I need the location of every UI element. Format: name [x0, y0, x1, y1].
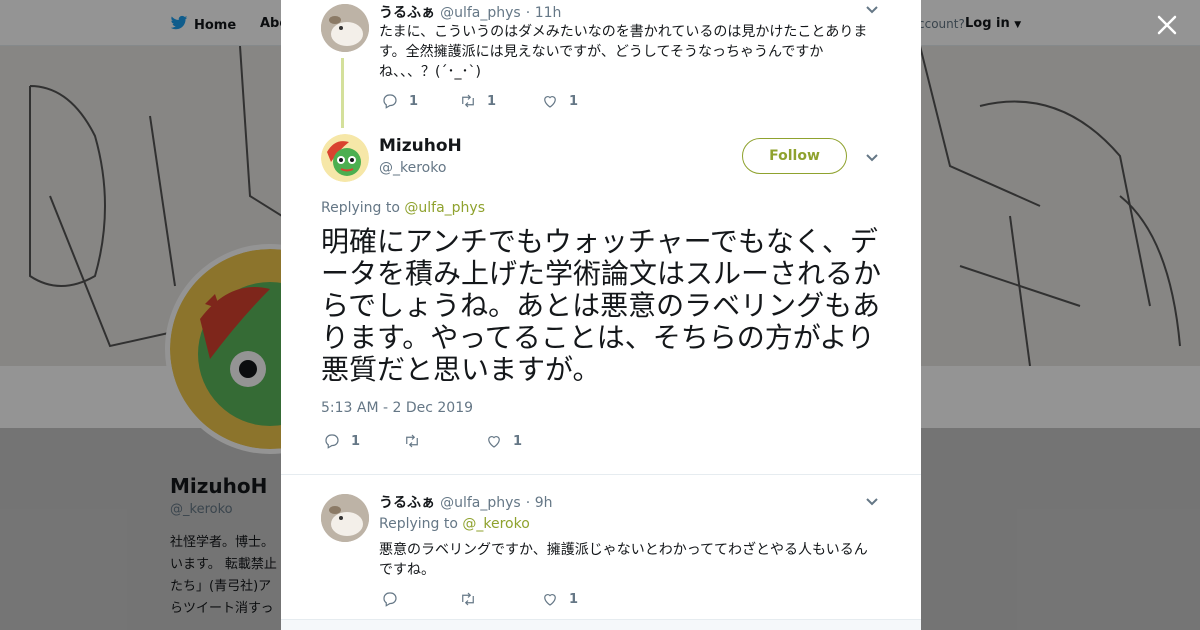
parent-tweet-actions: 1 1 1	[381, 92, 578, 110]
reply-tweet-actions: 1	[381, 590, 578, 608]
parent-tweet-header: うるふぁ @ulfa_phys · 11h	[379, 2, 561, 22]
reply-replying-to-mention-link[interactable]: @_keroko	[462, 516, 529, 532]
main-like-button[interactable]: 1	[485, 432, 522, 450]
parent-reply-count: 1	[409, 93, 419, 109]
reply-like-count: 1	[569, 591, 579, 607]
main-tweet-actions: 1 1	[323, 432, 522, 450]
reply-tweet-text: 悪意のラベリングですか、擁護派じゃないとわかっててわざとやる人もいるんですね。	[379, 542, 868, 578]
main-tweet-text: 明確にアンチでもウォッチャーでもなく、データを積み上げた学術論文はスルーされるか…	[321, 225, 882, 386]
reply-tweet-header: うるふぁ @ulfa_phys · 9h	[379, 492, 552, 512]
heart-icon	[544, 594, 556, 606]
reply-tweet-avatar[interactable]	[321, 494, 369, 542]
thread-connector-line	[341, 58, 344, 128]
parent-tweet-display-name[interactable]: うるふぁ	[379, 5, 435, 21]
modal-bottom-bar	[281, 619, 921, 630]
reply-tweet-handle[interactable]: @ulfa_phys	[440, 495, 521, 511]
main-tweet-display-name[interactable]: MizuhoH	[379, 136, 462, 156]
replying-to-mention-link[interactable]: @ulfa_phys	[404, 200, 485, 216]
reply-tweet-more-chevron-icon[interactable]	[865, 496, 879, 510]
replies-divider	[281, 474, 921, 475]
follow-button[interactable]: Follow	[742, 138, 847, 174]
reply-tweet-time[interactable]: · 9h	[526, 495, 553, 511]
parent-retweet-count: 1	[487, 93, 497, 109]
main-tweet-timestamp[interactable]: 5:13 AM - 2 Dec 2019	[321, 400, 473, 416]
reply-reply-button[interactable]	[381, 590, 459, 608]
tweet-modal: うるふぁ @ulfa_phys · 11h たまに、こういうのはダメみたいなのを…	[281, 0, 921, 630]
reply-icon	[383, 592, 397, 607]
parent-retweet-button[interactable]: 1	[459, 92, 541, 110]
parent-reply-button[interactable]: 1	[381, 92, 459, 110]
replying-to-label: Replying to	[321, 200, 400, 216]
reply-icon	[383, 94, 397, 109]
reply-tweet-replying-to: Replying to @_keroko	[379, 516, 530, 532]
main-reply-button[interactable]: 1	[323, 432, 403, 450]
parent-tweet-more-chevron-icon[interactable]	[865, 4, 879, 18]
parent-tweet-text: たまに、こういうのはダメみたいなのを書かれているのは見かけたことあります。全然擁…	[379, 24, 868, 80]
parent-like-count: 1	[569, 93, 579, 109]
main-reply-count: 1	[351, 433, 361, 449]
main-tweet-avatar[interactable]	[321, 134, 369, 182]
retweet-icon	[462, 94, 474, 108]
parent-like-button[interactable]: 1	[541, 92, 578, 110]
parent-tweet-avatar[interactable]	[321, 4, 369, 52]
reply-like-button[interactable]: 1	[541, 590, 578, 608]
heart-icon	[544, 96, 556, 108]
reply-icon	[325, 434, 339, 449]
close-modal-button[interactable]	[1152, 10, 1182, 40]
main-tweet-more-chevron-icon[interactable]	[865, 152, 879, 166]
heart-icon	[488, 436, 500, 448]
main-retweet-button[interactable]	[403, 432, 485, 450]
close-icon	[1157, 15, 1177, 35]
reply-tweet-display-name[interactable]: うるふぁ	[379, 495, 435, 511]
main-like-count: 1	[513, 433, 523, 449]
reply-replying-to-label: Replying to	[379, 516, 458, 532]
reply-retweet-button[interactable]	[459, 590, 541, 608]
parent-tweet-time[interactable]: · 11h	[526, 5, 562, 21]
retweet-icon	[406, 434, 418, 448]
retweet-icon	[462, 592, 474, 606]
parent-tweet-handle[interactable]: @ulfa_phys	[440, 5, 521, 21]
main-tweet-handle[interactable]: @_keroko	[379, 160, 446, 176]
main-tweet-replying-to: Replying to @ulfa_phys	[321, 200, 485, 216]
